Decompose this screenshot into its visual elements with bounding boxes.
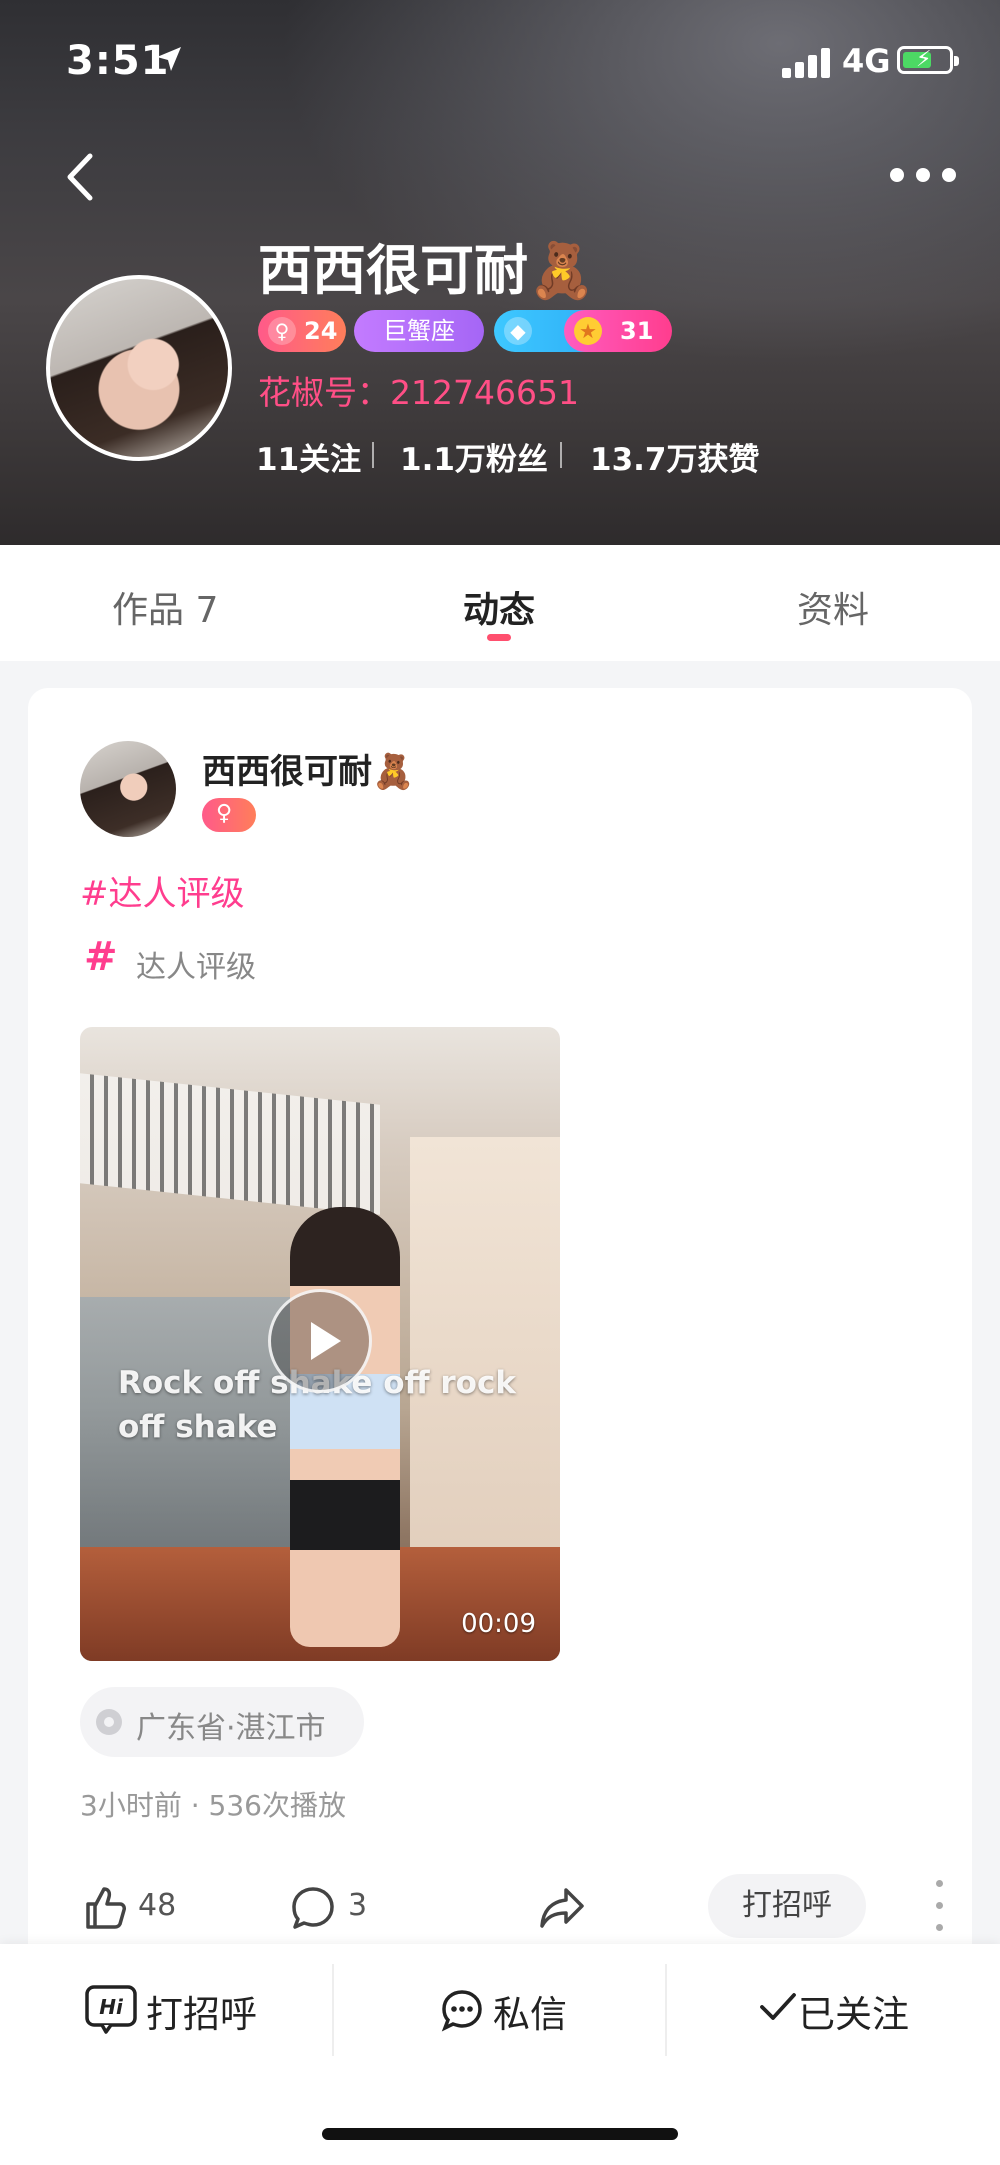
back-arrow-icon[interactable] bbox=[60, 150, 100, 204]
profile-id: 花椒号：212746651 bbox=[258, 373, 579, 412]
more-options-icon[interactable] bbox=[886, 160, 960, 190]
stats-divider bbox=[560, 442, 562, 468]
like-button[interactable]: 48 bbox=[80, 1868, 200, 1948]
stats-divider bbox=[372, 442, 374, 468]
video-duration: 00:09 bbox=[461, 1609, 536, 1639]
svg-text:Hi: Hi bbox=[99, 1995, 124, 2019]
profile-name: 西西很可耐🧸 bbox=[258, 239, 596, 302]
post-actions: 48 3 打招呼 bbox=[80, 1868, 960, 1948]
hashtag-icon: # bbox=[84, 934, 118, 980]
home-indicator bbox=[322, 2128, 678, 2140]
gender-badge: ♀ bbox=[202, 798, 256, 832]
diamond-icon: ◆ bbox=[504, 317, 532, 345]
topic-tag[interactable]: 达人评级 bbox=[136, 942, 256, 986]
tab-works[interactable]: 作品 7 bbox=[112, 581, 218, 633]
female-icon: ♀ bbox=[216, 801, 233, 826]
hi-icon: Hi bbox=[85, 1985, 137, 2034]
female-icon: ♀ bbox=[268, 317, 296, 345]
profile-header: 3:51 4G ⚡ 西西很可耐🧸 ♀24 巨蟹座 ◆8 ★31 花椒号：2127… bbox=[0, 0, 1000, 545]
post-card: 西西很可耐🧸 ♀ #达人评级 # 达人评级 Rock off shake off… bbox=[28, 688, 972, 1988]
tab-profile-info[interactable]: 资料 bbox=[797, 581, 869, 633]
post-more-icon[interactable] bbox=[934, 1880, 944, 1936]
location-text: 广东省·湛江市 bbox=[136, 1711, 326, 1746]
fans-count[interactable]: 1.1万粉丝 bbox=[400, 434, 548, 479]
tab-moments[interactable]: 动态 bbox=[463, 581, 535, 633]
comment-button[interactable]: 3 bbox=[290, 1868, 400, 1948]
signal-icon bbox=[782, 46, 832, 78]
location-pin-icon bbox=[96, 1709, 122, 1735]
avatar[interactable] bbox=[46, 275, 232, 461]
location-arrow-icon bbox=[157, 47, 181, 71]
check-icon bbox=[760, 1993, 796, 2020]
greet-button[interactable]: Hi 打招呼 bbox=[0, 1944, 333, 2074]
video-thumbnail[interactable]: Rock off shake off rock off shake 00:09 bbox=[80, 1027, 560, 1661]
thumbs-up-icon bbox=[86, 1887, 126, 1929]
play-icon[interactable] bbox=[268, 1289, 372, 1393]
active-tab-indicator bbox=[487, 634, 511, 641]
share-arrow-icon bbox=[540, 1888, 584, 1928]
post-author-name[interactable]: 西西很可耐🧸 bbox=[202, 744, 414, 793]
share-button[interactable] bbox=[538, 1868, 598, 1948]
zodiac-badge: 巨蟹座 bbox=[354, 310, 484, 352]
star-icon: ★ bbox=[574, 317, 602, 345]
gender-age-badge: ♀ 24 bbox=[258, 310, 346, 352]
post-greet-button[interactable]: 打招呼 bbox=[708, 1874, 866, 1938]
comment-icon bbox=[292, 1887, 334, 1929]
likes-count: 13.7万获赞 bbox=[590, 442, 760, 478]
status-bar: 3:51 4G ⚡ bbox=[0, 0, 1000, 120]
following-count[interactable]: 11关注 bbox=[256, 434, 361, 479]
battery-icon: ⚡ bbox=[897, 46, 959, 74]
post-author-avatar[interactable] bbox=[80, 741, 176, 837]
post-topic-title[interactable]: #达人评级 bbox=[80, 866, 245, 915]
network-type: 4G bbox=[842, 42, 891, 80]
location-tag[interactable]: 广东省·湛江市 bbox=[80, 1687, 364, 1757]
star-level-badge: ★ 31 bbox=[564, 310, 672, 352]
message-button[interactable]: 私信 bbox=[333, 1944, 666, 2074]
profile-tabs: 作品 7 动态 资料 bbox=[0, 545, 1000, 661]
post-meta: 3小时前 · 536次播放 bbox=[80, 1789, 346, 1822]
chat-bubble-icon bbox=[441, 1990, 482, 2032]
followed-button[interactable]: 已关注 bbox=[666, 1944, 999, 2074]
